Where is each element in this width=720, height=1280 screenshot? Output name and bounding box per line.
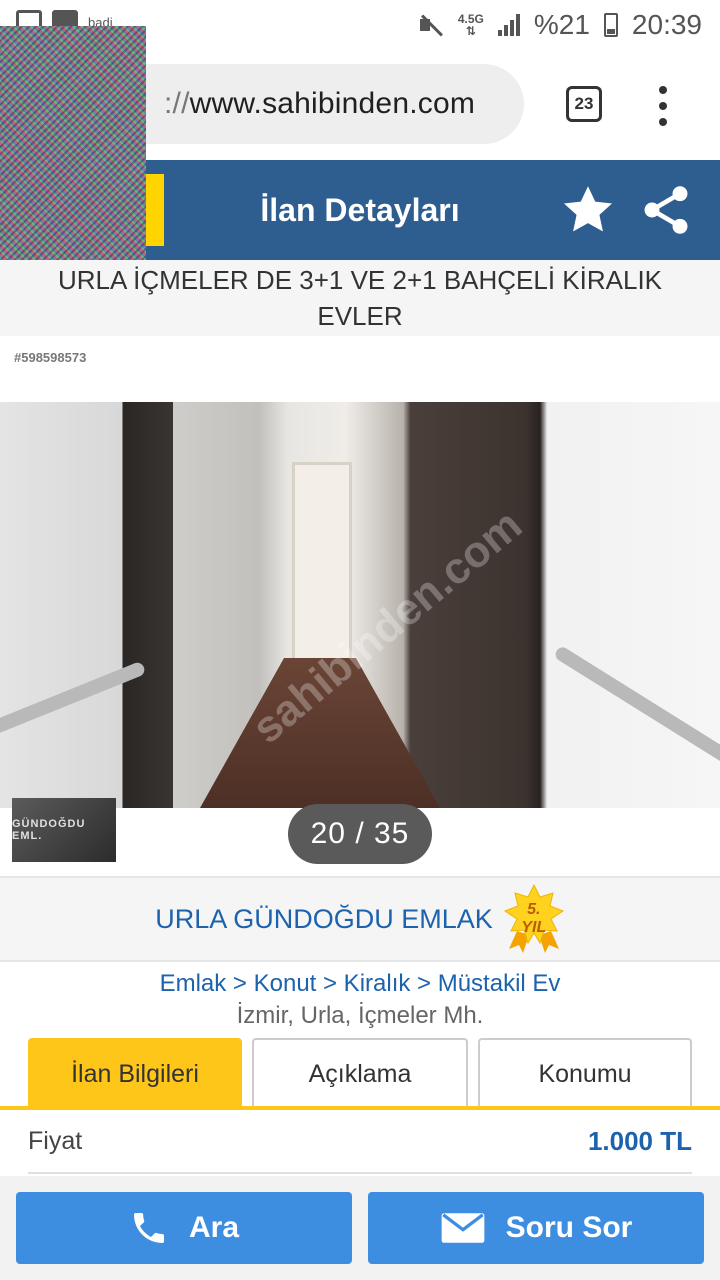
- clock: 20:39: [631, 9, 702, 40]
- photo-railing-right: [553, 644, 720, 774]
- agency-row[interactable]: URLA GÜNDOĞDU EMLAK 5. YIL: [0, 876, 720, 962]
- ask-question-label: Soru Sor: [505, 1211, 633, 1244]
- ask-question-button[interactable]: Soru Sor: [368, 1192, 704, 1264]
- listing-title: URLA İÇMELER DE 3+1 VE 2+1 BAHÇELİ KİRAL…: [57, 265, 663, 331]
- listing-title-band: URLA İÇMELER DE 3+1 VE 2+1 BAHÇELİ KİRAL…: [0, 260, 720, 336]
- signal-icon: [497, 14, 520, 36]
- star-icon[interactable]: [560, 182, 616, 238]
- browser-menu-icon[interactable]: [656, 86, 670, 126]
- envelope-icon: [441, 1213, 485, 1243]
- photo-counter: 20 / 35: [288, 804, 432, 864]
- network-type: 4.5G ⇅: [457, 12, 484, 38]
- year-badge: 5. YIL: [503, 883, 565, 955]
- tab-konumu[interactable]: Konumu: [478, 1038, 692, 1108]
- price-row: Fiyat 1.000 TL: [28, 1110, 692, 1174]
- location-text: İzmir, Urla, İçmeler Mh.: [236, 1002, 484, 1029]
- battery-percent: %21: [533, 9, 590, 40]
- breadcrumb[interactable]: Emlak > Konut > Kiralık > Müstakil Ev: [0, 970, 720, 998]
- url-text: ://www.sahibinden.com: [164, 87, 476, 120]
- tab-ilan-bilgileri[interactable]: İlan Bilgileri: [28, 1038, 242, 1108]
- call-button-label: Ara: [188, 1211, 240, 1244]
- listing-photo[interactable]: sahibinden.com: [0, 402, 720, 808]
- bottom-action-bar: Ara Soru Sor: [0, 1176, 720, 1280]
- listing-number: #598598573: [14, 350, 87, 365]
- agency-photo-badge: GÜNDOĞDU EML.: [12, 798, 116, 862]
- share-icon[interactable]: [638, 182, 694, 238]
- tab-switcher-button[interactable]: 23: [566, 86, 602, 122]
- mute-icon: [418, 13, 444, 37]
- page-title: İlan Detayları: [260, 192, 460, 228]
- photo-railing-left: [0, 660, 147, 738]
- tab-aciklama[interactable]: Açıklama: [252, 1038, 468, 1108]
- call-button[interactable]: Ara: [16, 1192, 352, 1264]
- price-value: 1.000 TL: [587, 1125, 692, 1156]
- price-label: Fiyat: [28, 1126, 83, 1155]
- battery-icon: [603, 13, 618, 37]
- phone-icon: [133, 1213, 164, 1243]
- agency-name[interactable]: URLA GÜNDOĞDU EMLAK: [155, 904, 493, 935]
- obscured-region: [0, 26, 146, 280]
